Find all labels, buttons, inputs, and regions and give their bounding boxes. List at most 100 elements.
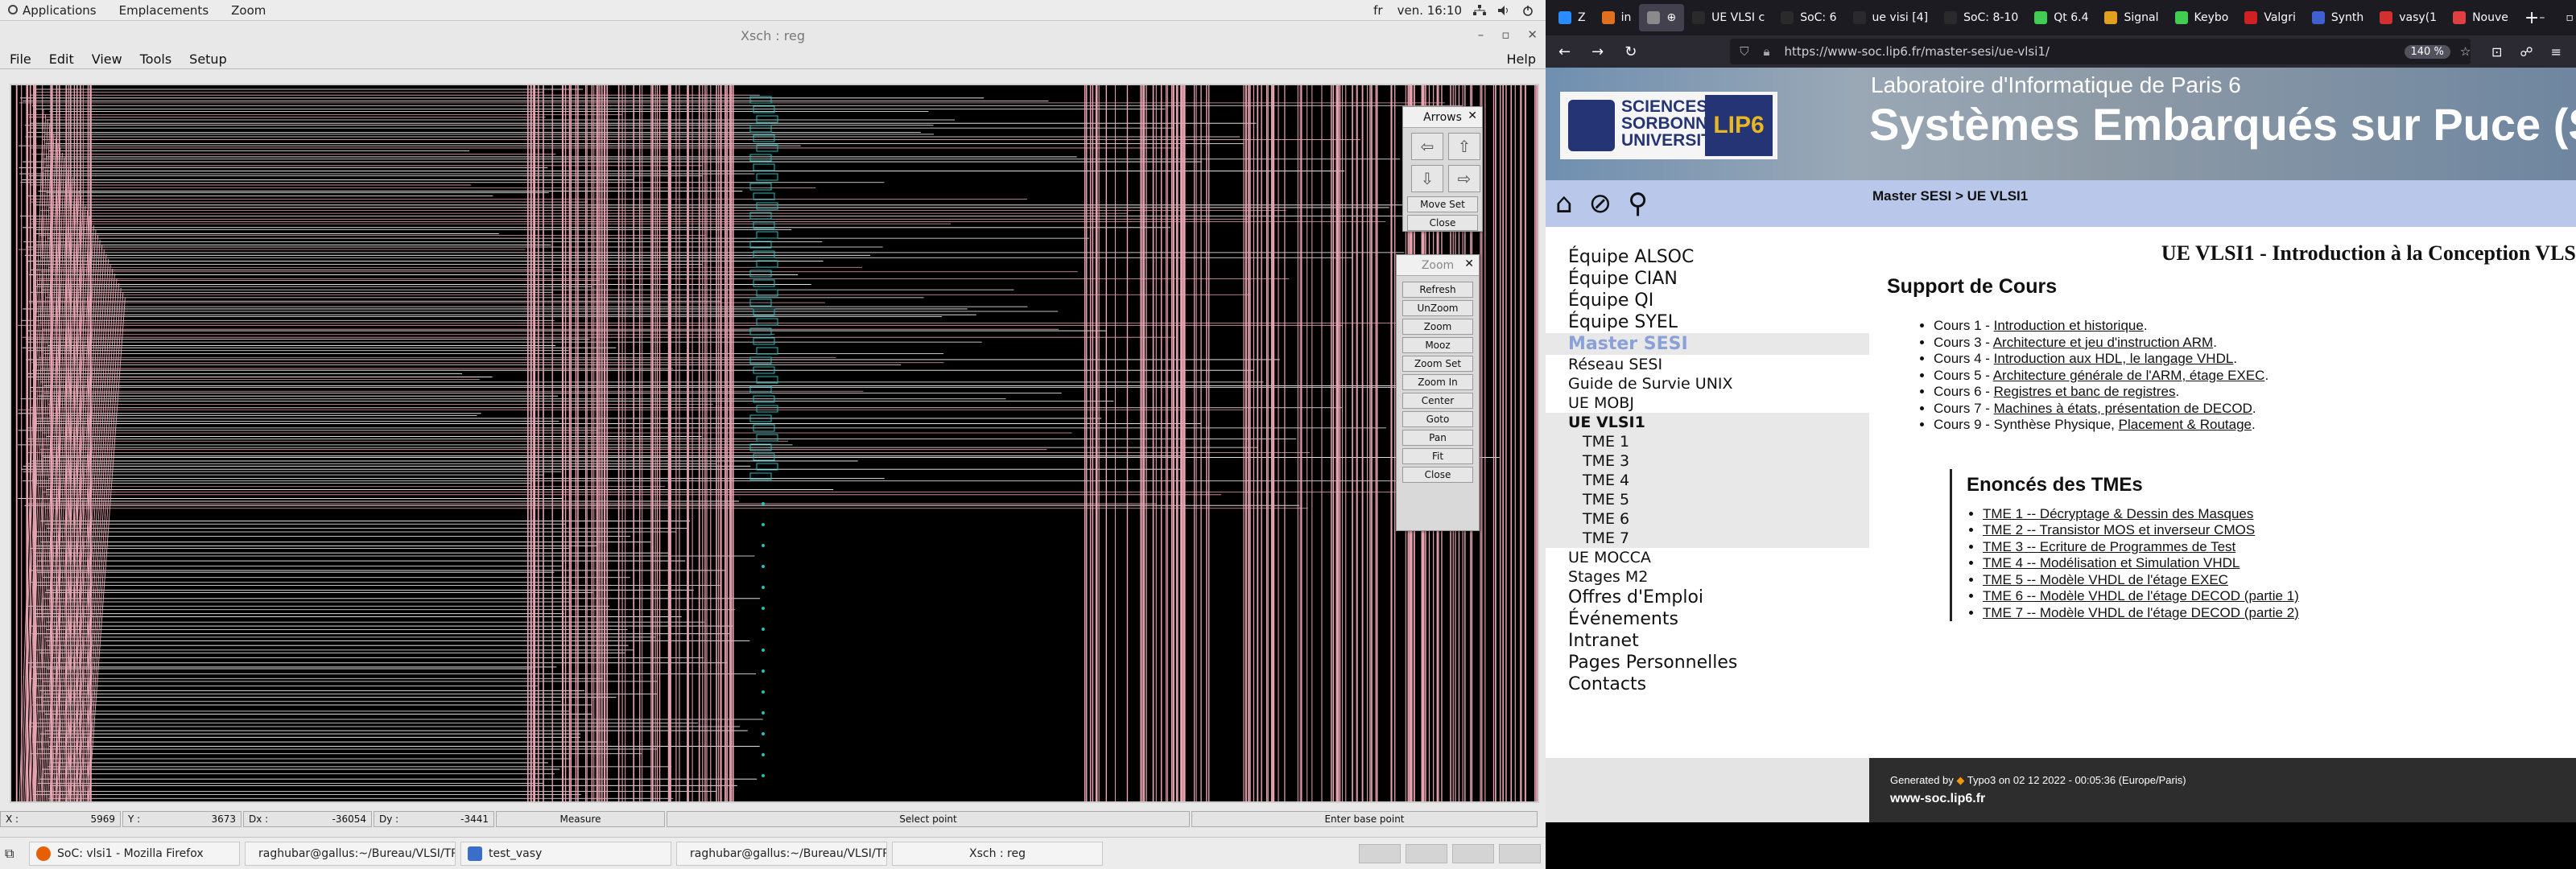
- clock[interactable]: ven. 16:10: [1397, 3, 1462, 18]
- zoom-panel-button[interactable]: Refresh: [1402, 282, 1473, 298]
- new-tab-icon[interactable]: +: [2524, 8, 2539, 28]
- arrows-panel-titlebar[interactable]: Arrows ✕: [1403, 107, 1482, 128]
- sidebar-item[interactable]: TME 5: [1546, 490, 1869, 509]
- sidebar-item[interactable]: Stages M2: [1546, 567, 1869, 587]
- zoom-panel-titlebar[interactable]: Zoom ✕: [1397, 255, 1479, 276]
- bookmark-star-icon[interactable]: ☆: [2460, 44, 2471, 59]
- tme-link[interactable]: TME 2 -- Transistor MOS et inverseur CMO…: [1983, 522, 2576, 539]
- sidebar-item[interactable]: UE MOBJ: [1546, 393, 1869, 413]
- arrow-right-icon[interactable]: ⇨: [1448, 165, 1480, 192]
- network-icon[interactable]: [1473, 4, 1486, 16]
- sidebar-item[interactable]: TME 4: [1546, 471, 1869, 490]
- shield-icon[interactable]: ⛉: [1740, 44, 1748, 59]
- power-icon[interactable]: [1521, 5, 1534, 16]
- zoom-panel-button[interactable]: Fit: [1402, 448, 1473, 464]
- maximize-icon[interactable]: ▫: [2566, 11, 2574, 24]
- taskbar-item-firefox[interactable]: SoC: vlsi1 - Mozilla Firefox: [29, 841, 240, 866]
- course-link[interactable]: Introduction aux HDL, le langage VHDL: [1994, 351, 2234, 366]
- zoom-panel-button[interactable]: Zoom: [1402, 319, 1473, 335]
- applications-menu[interactable]: Applications: [8, 3, 97, 18]
- menu-edit[interactable]: Edit: [49, 51, 74, 67]
- home-icon[interactable]: ⌂: [1555, 187, 1573, 220]
- zoom-panel-button[interactable]: Close: [1402, 467, 1473, 483]
- sidebar-item[interactable]: Équipe ALSOC: [1546, 246, 1869, 268]
- browser-tab[interactable]: Keybo: [2167, 4, 2237, 31]
- close-icon[interactable]: ✕: [1527, 27, 1538, 42]
- forward-icon[interactable]: →: [1591, 43, 1604, 60]
- browser-tab[interactable]: Valgri: [2236, 4, 2304, 31]
- menu-setup[interactable]: Setup: [189, 51, 227, 67]
- footer-site-link[interactable]: www-soc.lip6.fr: [1890, 792, 2576, 806]
- sorbonne-lip6-logo[interactable]: SCIENCES SORBONNE UNIVERSITÉ LIP6: [1560, 92, 1777, 159]
- reload-icon[interactable]: ↻: [1624, 43, 1637, 60]
- places-menu[interactable]: Emplacements: [119, 3, 209, 18]
- search-icon[interactable]: ⚲: [1628, 187, 1648, 220]
- show-desktop-icon[interactable]: ⧉: [5, 846, 29, 862]
- move-set-button[interactable]: Move Set: [1407, 196, 1478, 212]
- course-link[interactable]: Architecture et jeu d'instruction ARM: [1993, 335, 2213, 350]
- minimize-icon[interactable]: –: [2539, 11, 2545, 24]
- sidebar-item[interactable]: Équipe QI: [1546, 290, 1869, 311]
- close-icon[interactable]: ✕: [1464, 257, 1474, 270]
- course-link[interactable]: Machines à états, présentation de DECOD: [1994, 401, 2252, 416]
- keyboard-layout-indicator[interactable]: fr: [1373, 3, 1382, 18]
- zoom-panel-button[interactable]: Mooz: [1402, 337, 1473, 353]
- course-link[interactable]: Registres et banc de registres: [1994, 384, 2176, 399]
- sidebar-item[interactable]: TME 7: [1546, 529, 1869, 548]
- sidebar-item[interactable]: Guide de Survie UNIX: [1546, 374, 1869, 393]
- browser-tab[interactable]: SoC: 6: [1773, 4, 1844, 31]
- pocket-icon[interactable]: ⊡: [2491, 44, 2502, 60]
- tme-link[interactable]: TME 4 -- Modélisation et Simulation VHDL: [1983, 555, 2576, 572]
- url-bar[interactable]: ⛉ 🔒︎ https://www-soc.lip6.fr/master-sesi…: [1730, 39, 2471, 64]
- sidebar-item[interactable]: Événements: [1546, 608, 1869, 630]
- course-link[interactable]: Placement & Routage: [2119, 417, 2252, 432]
- zoom-panel-button[interactable]: Goto: [1402, 411, 1473, 427]
- sidebar-item[interactable]: Offres d'Emploi: [1546, 587, 1869, 608]
- sidebar-item[interactable]: Équipe CIAN: [1546, 268, 1869, 290]
- workspace-1[interactable]: [1359, 843, 1401, 863]
- browser-tab[interactable]: Nouve: [2445, 4, 2516, 31]
- arrow-left-icon[interactable]: ⇦: [1411, 133, 1443, 160]
- browser-tab[interactable]: Z: [1550, 4, 1594, 31]
- extensions-icon[interactable]: ☍: [2520, 44, 2533, 60]
- browser-tab[interactable]: ⊕: [1639, 4, 1685, 31]
- tme-link[interactable]: TME 1 -- Décryptage & Dessin des Masques: [1983, 506, 2576, 523]
- taskbar-item-terminal[interactable]: raghubar@gallus:~/Bureau/VLSI/TP5...: [245, 841, 456, 866]
- browser-tab[interactable]: Qt 6.4: [2026, 4, 2096, 31]
- minimize-icon[interactable]: –: [1478, 27, 1484, 42]
- taskbar-item-xsch[interactable]: Xsch : reg: [892, 841, 1103, 866]
- site-title[interactable]: Systèmes Embarqués sur Puce (SoC): [1869, 98, 2576, 150]
- sidebar-item[interactable]: UE VLSI1: [1546, 413, 1869, 432]
- zoom-panel-button[interactable]: Pan: [1402, 430, 1473, 446]
- zoom-panel-button[interactable]: Center: [1402, 393, 1473, 409]
- sidebar-item[interactable]: Contacts: [1546, 673, 1869, 695]
- sidebar-item[interactable]: Master SESI: [1546, 333, 1869, 355]
- menu-file[interactable]: File: [10, 51, 31, 67]
- arrows-close-button[interactable]: Close: [1407, 215, 1478, 231]
- menu-view[interactable]: View: [92, 51, 122, 67]
- browser-tab[interactable]: SoC: 8-10: [1936, 4, 2026, 31]
- zoom-panel-button[interactable]: UnZoom: [1402, 300, 1473, 316]
- sidebar-item[interactable]: Équipe SYEL: [1546, 311, 1869, 333]
- tme-link[interactable]: TME 5 -- Modèle VHDL de l'étage EXEC: [1983, 572, 2576, 589]
- zoom-level-badge[interactable]: 140 %: [2404, 44, 2450, 59]
- browser-tab[interactable]: ue visi [4]: [1845, 4, 1937, 31]
- sidebar-item[interactable]: Intranet: [1546, 630, 1869, 652]
- sidebar-item[interactable]: Pages Personnelles: [1546, 652, 1869, 673]
- compass-icon[interactable]: ⊘: [1589, 187, 1612, 220]
- back-icon[interactable]: ←: [1558, 43, 1571, 60]
- tme-link[interactable]: TME 6 -- Modèle VHDL de l'étage DECOD (p…: [1983, 588, 2576, 605]
- taskbar-item-terminal-2[interactable]: raghubar@gallus:~/Bureau/VLSI/TP5...: [676, 841, 887, 866]
- window-titlebar[interactable]: Xsch : reg – ▫ ✕: [0, 21, 1546, 50]
- close-icon[interactable]: ✕: [1468, 109, 1477, 122]
- browser-tab[interactable]: Synth: [2304, 4, 2372, 31]
- arrow-up-icon[interactable]: ⇧: [1448, 133, 1480, 160]
- browser-tab[interactable]: Signal: [2096, 4, 2166, 31]
- sidebar-item[interactable]: TME 1: [1546, 432, 1869, 451]
- tme-link[interactable]: TME 7 -- Modèle VHDL de l'étage DECOD (p…: [1983, 605, 2576, 622]
- sidebar-item[interactable]: TME 6: [1546, 509, 1869, 529]
- zoom-panel-button[interactable]: Zoom Set: [1402, 356, 1473, 372]
- menu-tools[interactable]: Tools: [140, 51, 171, 67]
- course-link[interactable]: Introduction et historique: [1994, 318, 2144, 333]
- browser-tab[interactable]: UE VLSI c: [1684, 4, 1773, 31]
